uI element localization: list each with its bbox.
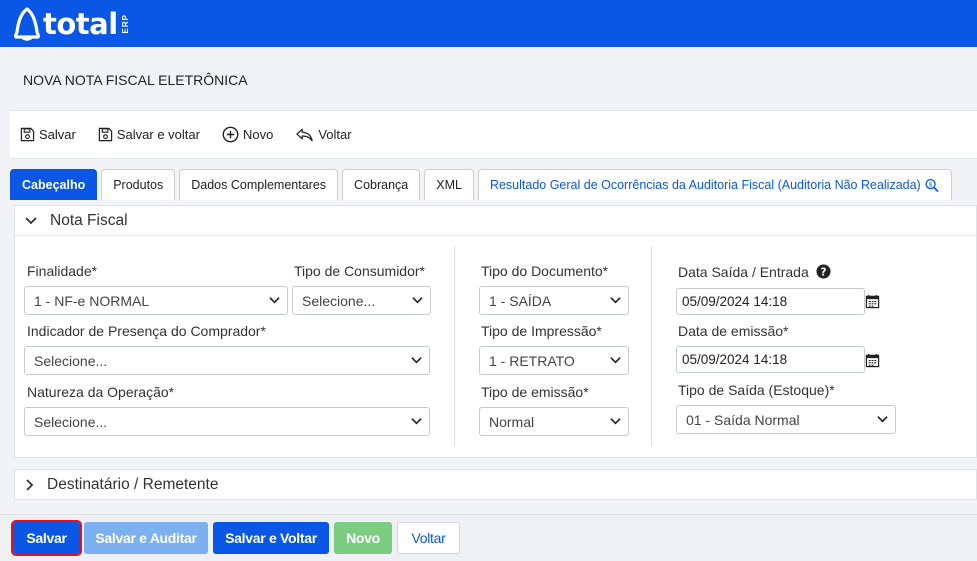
page-title: NOVA NOTA FISCAL ELETRÔNICA bbox=[23, 72, 248, 88]
indicador-presenca-select[interactable]: Selecione... bbox=[24, 346, 430, 375]
data-emissao-label: Data de emissão* bbox=[678, 323, 789, 339]
svg-text:$: $ bbox=[928, 181, 932, 188]
back-button[interactable]: Voltar bbox=[397, 522, 460, 554]
tipo-documento-select[interactable]: 1 - SAÍDA bbox=[479, 286, 629, 315]
tipo-consumidor-label: Tipo de Consumidor* bbox=[294, 263, 425, 279]
save-audit-button[interactable]: Salvar e Auditar bbox=[84, 522, 208, 554]
tipo-consumidor-value: Selecione... bbox=[302, 292, 376, 309]
tipo-emissao-label: Tipo de emissão* bbox=[481, 384, 589, 400]
data-saida-label-text: Data Saída / Entrada bbox=[678, 264, 809, 280]
finalidade-value: 1 - NF-e NORMAL bbox=[34, 292, 150, 309]
calendar-icon[interactable] bbox=[865, 294, 880, 309]
toolbar-back-button[interactable]: Voltar bbox=[295, 127, 352, 143]
indicador-presenca-label: Indicador de Presença do Comprador* bbox=[27, 323, 266, 339]
save-back-button[interactable]: Salvar e Voltar bbox=[213, 522, 329, 554]
chevron-down-icon bbox=[610, 418, 621, 425]
floppy-disk-icon bbox=[98, 127, 113, 142]
tipo-emissao-value: Normal bbox=[489, 413, 535, 430]
toolbar-new-label: Novo bbox=[242, 127, 274, 142]
floppy-disk-icon bbox=[20, 127, 35, 142]
tab-cabecalho[interactable]: Cabeçalho bbox=[10, 169, 98, 200]
natureza-operacao-value: Selecione... bbox=[34, 413, 108, 430]
finalidade-select[interactable]: 1 - NF-e NORMAL bbox=[24, 286, 288, 315]
tipo-impressao-select[interactable]: 1 - RETRATO bbox=[479, 346, 629, 375]
nota-fiscal-title: Nota Fiscal bbox=[50, 211, 128, 229]
column-divider bbox=[651, 246, 652, 446]
chevron-down-icon bbox=[610, 297, 621, 304]
tipo-consumidor-select[interactable]: Selecione... bbox=[292, 286, 431, 315]
chevron-down-icon bbox=[411, 357, 422, 364]
tipo-saida-value: 01 - Saída Normal bbox=[686, 411, 800, 428]
tipo-emissao-select[interactable]: Normal bbox=[479, 407, 629, 436]
brand-logo[interactable]: total ERP bbox=[14, 4, 130, 44]
indicador-presenca-value: Selecione... bbox=[34, 352, 108, 369]
tipo-saida-label: Tipo de Saída (Estoque)* bbox=[678, 382, 835, 398]
chevron-down-icon bbox=[269, 297, 280, 304]
tab-cobranca[interactable]: Cobrança bbox=[342, 169, 421, 200]
tab-auditoria-fiscal-label: Resultado Geral de Ocorrências da Audito… bbox=[489, 178, 921, 192]
finalidade-label: Finalidade* bbox=[27, 263, 98, 279]
brand-suffix: ERP bbox=[120, 14, 130, 34]
destinatario-panel-header[interactable]: Destinatário / Remetente bbox=[14, 469, 977, 500]
data-saida-input[interactable]: 05/09/2024 14:18 bbox=[676, 288, 865, 315]
chevron-down-icon bbox=[412, 297, 423, 304]
svg-text:?: ? bbox=[820, 266, 826, 278]
toolbar-save-back-button[interactable]: Salvar e voltar bbox=[98, 127, 200, 142]
natureza-operacao-label: Natureza da Operação* bbox=[27, 384, 175, 400]
toolbar: Salvar Salvar e voltar Novo Voltar bbox=[10, 110, 977, 159]
tipo-impressao-label: Tipo de Impressão* bbox=[481, 323, 602, 339]
bell-logo-icon bbox=[14, 7, 40, 41]
action-bar: Salvar Salvar e Auditar Salvar e Voltar … bbox=[0, 514, 977, 561]
chevron-down-icon bbox=[411, 418, 422, 425]
toolbar-save-button[interactable]: Salvar bbox=[20, 127, 76, 142]
tab-bar: Cabeçalho Produtos Dados Complementares … bbox=[10, 168, 956, 200]
chevron-right-icon bbox=[26, 478, 34, 491]
column-divider bbox=[454, 246, 455, 446]
tab-dados-complementares[interactable]: Dados Complementares bbox=[179, 169, 339, 200]
toolbar-save-back-label: Salvar e voltar bbox=[116, 127, 200, 142]
chevron-down-icon bbox=[610, 357, 621, 364]
data-saida-label: Data Saída / Entrada ? bbox=[678, 264, 831, 280]
toolbar-save-label: Salvar bbox=[39, 127, 76, 142]
calendar-icon[interactable] bbox=[865, 353, 880, 368]
chevron-down-icon bbox=[25, 217, 37, 225]
toolbar-new-button[interactable]: Novo bbox=[222, 126, 273, 143]
tipo-documento-label: Tipo do Documento* bbox=[481, 263, 609, 279]
nota-fiscal-panel: Nota Fiscal Finalidade* 1 - NF-e NORMAL … bbox=[14, 205, 977, 458]
destinatario-title: Destinatário / Remetente bbox=[47, 475, 219, 493]
chevron-down-icon bbox=[877, 416, 888, 423]
brand-name: total bbox=[43, 6, 118, 41]
tab-auditoria-fiscal[interactable]: Resultado Geral de Ocorrências da Audito… bbox=[477, 169, 952, 200]
tab-produtos[interactable]: Produtos bbox=[101, 169, 176, 200]
plus-circle-icon bbox=[222, 126, 239, 143]
natureza-operacao-select[interactable]: Selecione... bbox=[24, 407, 430, 436]
tipo-saida-select[interactable]: 01 - Saída Normal bbox=[676, 405, 896, 434]
tab-xml[interactable]: XML bbox=[424, 169, 474, 200]
toolbar-back-label: Voltar bbox=[318, 127, 352, 142]
reply-arrow-icon bbox=[296, 128, 314, 141]
question-circle-icon[interactable]: ? bbox=[816, 264, 831, 279]
tipo-documento-value: 1 - SAÍDA bbox=[489, 292, 552, 309]
top-bar: total ERP bbox=[0, 0, 977, 47]
save-button[interactable]: Salvar bbox=[11, 520, 82, 556]
nota-fiscal-header[interactable]: Nota Fiscal bbox=[15, 206, 976, 236]
data-emissao-input[interactable]: 05/09/2024 14:18 bbox=[676, 346, 865, 373]
search-money-icon: $ bbox=[925, 178, 939, 192]
tipo-impressao-value: 1 - RETRATO bbox=[489, 352, 575, 369]
new-button[interactable]: Novo bbox=[334, 522, 392, 554]
